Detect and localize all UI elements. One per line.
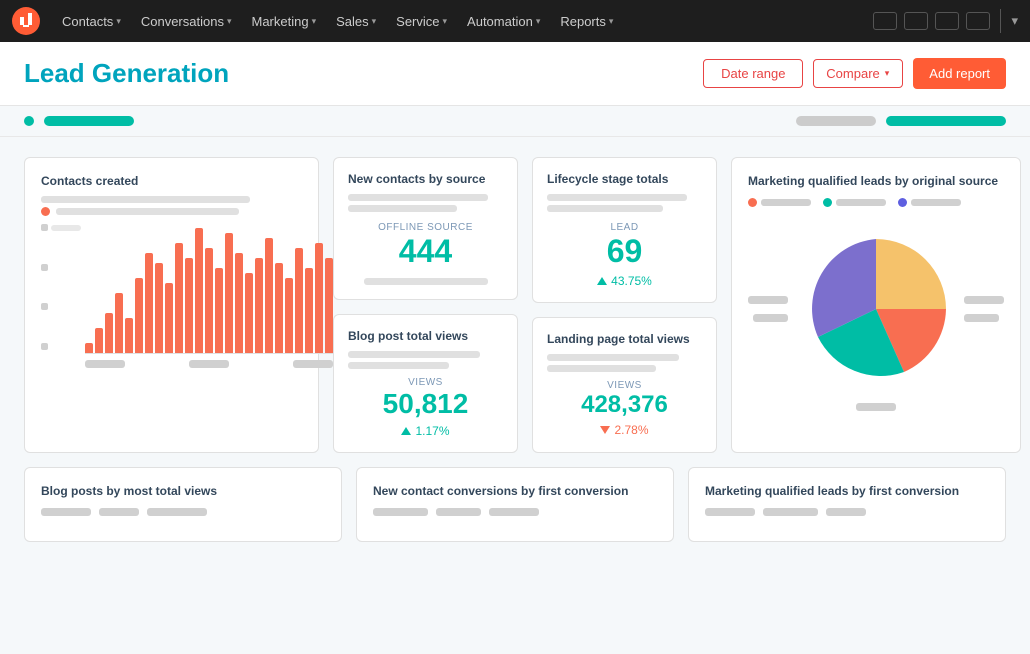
date-range-button[interactable]: Date range <box>703 59 803 88</box>
nav-item-marketing[interactable]: Marketing ▾ <box>241 0 326 42</box>
bottom-cards-row: Blog posts by most total views New conta… <box>24 467 1006 542</box>
nav-utility-icons <box>873 12 990 30</box>
mql-conversion-title: Marketing qualified leads by first conve… <box>705 484 989 498</box>
blog-views-title: Blog post total views <box>348 329 503 343</box>
compare-button[interactable]: Compare ▾ <box>813 59 903 88</box>
page-header: Lead Generation Date range Compare ▾ Add… <box>0 42 1030 106</box>
filter-bar <box>0 106 1030 137</box>
nav-item-reports[interactable]: Reports ▾ <box>550 0 623 42</box>
legend-dot-red <box>41 207 50 216</box>
conversions-title: New contact conversions by first convers… <box>373 484 657 498</box>
nav-logo <box>12 7 40 35</box>
source-value: 444 <box>348 233 503 270</box>
contacts-created-card: Contacts created <box>24 157 319 453</box>
nav-item-sales[interactable]: Sales ▾ <box>326 0 386 42</box>
main-nav: Contacts ▾ Conversations ▾ Marketing ▾ S… <box>0 0 1030 42</box>
x-axis-labels <box>85 360 333 368</box>
mid-right-stack: Lifecycle stage totals LEAD 69 43.75% La… <box>532 157 717 453</box>
landing-views-change: 2.78% <box>547 423 702 437</box>
add-report-button[interactable]: Add report <box>913 58 1006 89</box>
filter-right-teal <box>886 116 1006 126</box>
source-label: OFFLINE SOURCE <box>348 222 503 233</box>
nav-item-service[interactable]: Service ▾ <box>386 0 457 42</box>
pie-chart-container <box>748 219 1004 399</box>
nav-collapse-icon[interactable]: ▾ <box>1011 13 1018 29</box>
landing-views-label: VIEWS <box>547 380 702 391</box>
blog-views-label: VIEWS <box>348 377 503 388</box>
mql-card: Marketing qualified leads by original so… <box>731 157 1021 453</box>
contact-conversions-card: New contact conversions by first convers… <box>356 467 674 542</box>
nav-item-conversations[interactable]: Conversations ▾ <box>131 0 242 42</box>
blog-posts-most-views-card: Blog posts by most total views <box>24 467 342 542</box>
blog-views-change: 1.17% <box>348 424 503 438</box>
filter-right-placeholder <box>796 116 876 126</box>
landing-views-card: Landing page total views VIEWS 428,376 2… <box>532 317 717 453</box>
dashboard: Contacts created <box>0 137 1030 637</box>
stage-value: 69 <box>547 233 702 270</box>
pie-chart <box>796 229 956 389</box>
nav-item-automation[interactable]: Automation ▾ <box>457 0 550 42</box>
legend-bar <box>56 208 239 215</box>
blog-views-value: 50,812 <box>348 388 503 420</box>
nav-icon-2[interactable] <box>904 12 928 30</box>
nav-icon-1[interactable] <box>873 12 897 30</box>
pie-right-labels <box>964 296 1004 322</box>
pie-left-labels <box>748 296 788 322</box>
nav-icon-3[interactable] <box>935 12 959 30</box>
nav-icon-4[interactable] <box>966 12 990 30</box>
landing-views-value: 428,376 <box>547 391 702 419</box>
landing-views-title: Landing page total views <box>547 332 702 346</box>
stage-label: LEAD <box>547 222 702 233</box>
nav-divider <box>1000 9 1001 33</box>
placeholder-bar-1 <box>41 196 250 203</box>
page-title: Lead Generation <box>24 58 703 89</box>
lifecycle-title: Lifecycle stage totals <box>547 172 702 186</box>
lifecycle-card: Lifecycle stage totals LEAD 69 43.75% <box>532 157 717 303</box>
header-actions: Date range Compare ▾ Add report <box>703 58 1006 89</box>
new-contacts-card: New contacts by source OFFLINE SOURCE 44… <box>333 157 518 300</box>
top-cards-row: Contacts created <box>24 157 1006 453</box>
blog-views-card: Blog post total views VIEWS 50,812 1.17% <box>333 314 518 453</box>
mql-legend <box>748 198 1004 207</box>
filter-dot <box>24 116 34 126</box>
nav-item-contacts[interactable]: Contacts ▾ <box>52 0 131 42</box>
filter-active-pill[interactable] <box>44 116 134 126</box>
mql-title: Marketing qualified leads by original so… <box>748 174 1004 188</box>
blog-most-title: Blog posts by most total views <box>41 484 325 498</box>
mql-first-conversion-card: Marketing qualified leads by first conve… <box>688 467 1006 542</box>
contacts-created-title: Contacts created <box>41 174 302 188</box>
stage-change: 43.75% <box>547 274 702 288</box>
new-contacts-title: New contacts by source <box>348 172 503 186</box>
bar-chart <box>85 224 333 354</box>
mid-left-stack: New contacts by source OFFLINE SOURCE 44… <box>333 157 518 453</box>
y-axis <box>41 224 81 368</box>
